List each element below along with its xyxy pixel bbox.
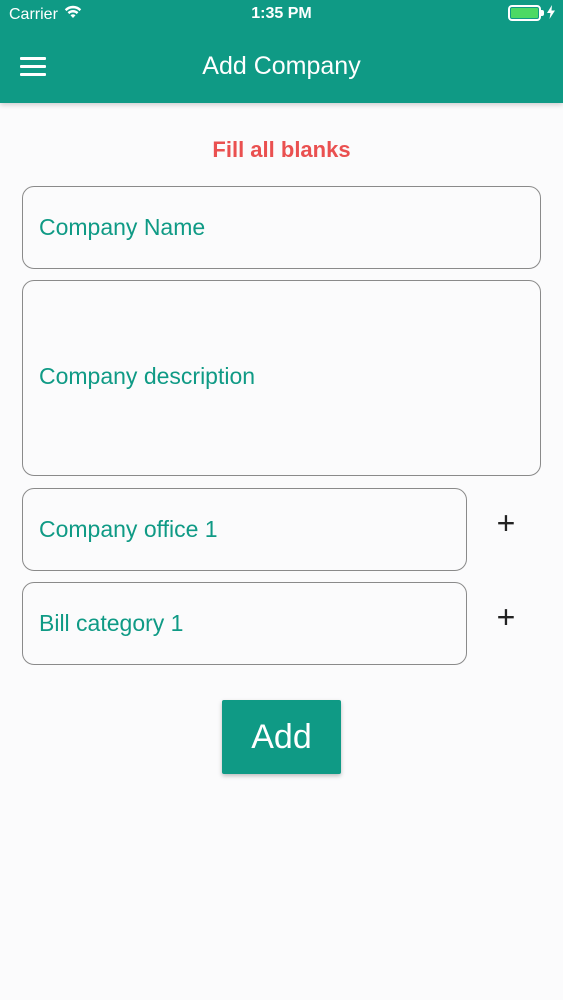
error-message: Fill all blanks: [212, 137, 351, 162]
add-bill-category-button[interactable]: +: [486, 597, 526, 637]
app-header: Carrier 1:35 PM Add Company: [0, 0, 563, 103]
company-name-field[interactable]: [22, 186, 541, 269]
status-time: 1:35 PM: [251, 5, 312, 22]
bill-category-input[interactable]: [39, 610, 466, 637]
status-bar: Carrier 1:35 PM: [0, 0, 563, 30]
plus-icon: +: [496, 504, 516, 541]
battery-nub: [541, 10, 544, 16]
page-title: Add Company: [202, 52, 361, 80]
charging-icon: [547, 5, 555, 21]
company-office-input[interactable]: [39, 516, 466, 543]
add-office-button[interactable]: +: [486, 503, 526, 543]
plus-icon: +: [496, 598, 516, 635]
add-company-button[interactable]: Add: [222, 700, 341, 774]
company-name-input[interactable]: [39, 214, 540, 241]
company-description-input[interactable]: [39, 363, 540, 393]
company-office-field[interactable]: [22, 488, 467, 571]
battery-icon: [508, 5, 544, 21]
battery-level: [511, 8, 538, 18]
bill-category-field[interactable]: [22, 582, 467, 665]
status-right: [508, 5, 555, 21]
company-description-field[interactable]: [22, 280, 541, 476]
